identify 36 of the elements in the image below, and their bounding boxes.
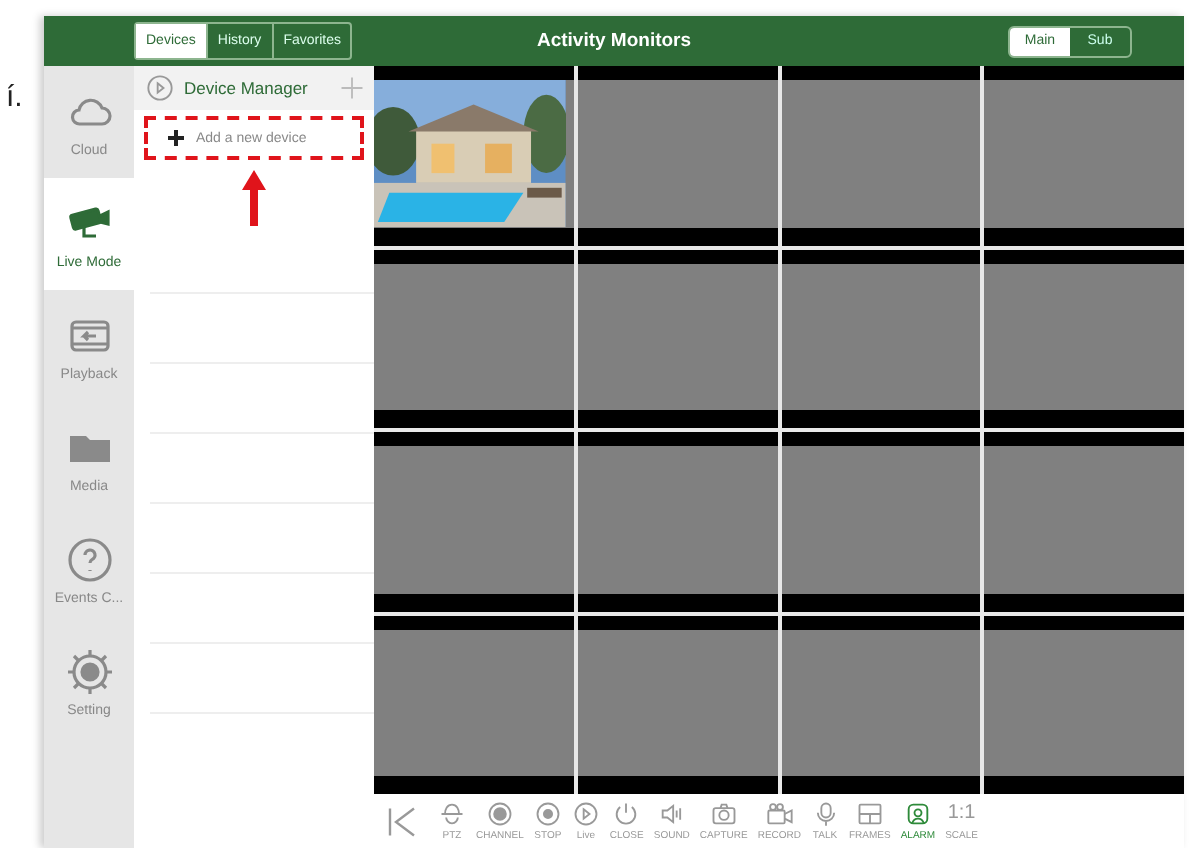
aperture-icon xyxy=(485,800,514,828)
video-tile[interactable] xyxy=(984,615,1184,794)
speaker-icon xyxy=(657,800,686,828)
question-icon xyxy=(65,535,113,583)
margin-text: í. xyxy=(6,80,23,114)
video-tile[interactable] xyxy=(577,615,777,794)
add-icon xyxy=(168,130,184,146)
alarm-icon xyxy=(903,800,932,828)
video-tile[interactable] xyxy=(781,249,981,428)
microphone-icon xyxy=(811,800,839,828)
power-icon xyxy=(612,800,641,828)
video-tile[interactable] xyxy=(577,249,777,428)
window-title: Activity Monitors xyxy=(536,30,692,52)
video-tile[interactable] xyxy=(577,432,777,611)
play-circle-icon xyxy=(146,74,174,102)
video-tile[interactable] xyxy=(781,615,981,794)
play-icon xyxy=(571,800,600,828)
stop-icon xyxy=(533,800,562,828)
panel-title: Device Manager xyxy=(184,78,308,98)
add-icon xyxy=(338,74,366,102)
video-tile[interactable] xyxy=(374,249,574,428)
video-tile[interactable] xyxy=(984,249,1184,428)
video-tile[interactable] xyxy=(374,432,574,611)
video-camera-icon xyxy=(765,800,794,828)
arrow-icon xyxy=(242,170,266,226)
scale-glyph: 1:1 xyxy=(947,800,976,828)
video-tile[interactable] xyxy=(984,432,1184,611)
video-tile[interactable] xyxy=(374,615,574,794)
video-tile[interactable] xyxy=(984,66,1184,245)
frames-icon xyxy=(855,800,884,828)
video-tile[interactable] xyxy=(781,432,981,611)
settings-icon xyxy=(65,647,113,695)
video-tile[interactable] xyxy=(781,66,981,245)
video-tile[interactable] xyxy=(374,66,574,245)
camera-icon xyxy=(709,800,738,828)
video-tile[interactable] xyxy=(577,66,777,245)
